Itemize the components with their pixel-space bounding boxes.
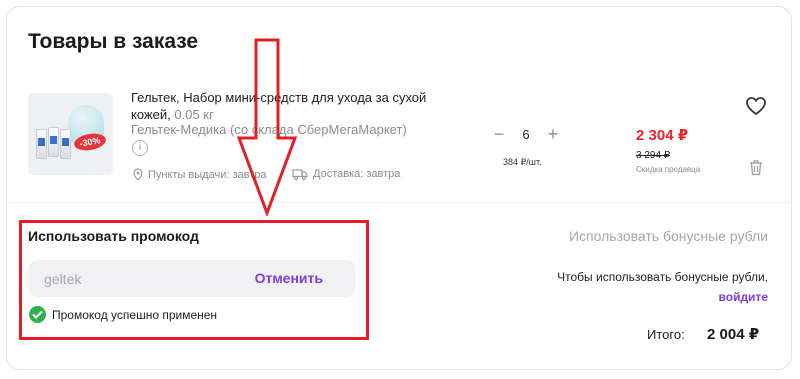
quantity-stepper: − 6 +: [488, 120, 564, 148]
promo-cancel-button[interactable]: Отменить: [255, 270, 323, 286]
tube-graphic: [36, 129, 47, 159]
decrease-quantity-button[interactable]: −: [488, 123, 510, 145]
promo-success-text: Промокод успешно применен: [52, 307, 218, 322]
total-value: 2 004 ₽: [707, 326, 760, 343]
increase-quantity-button[interactable]: +: [542, 123, 564, 145]
info-icon[interactable]: i: [132, 140, 148, 156]
promo-title: Использовать промокод: [28, 228, 199, 244]
annotation-arrow-icon: [236, 38, 298, 216]
tube-graphic: [48, 127, 59, 157]
unit-price: 384 ₽/шт.: [503, 157, 542, 167]
quantity-value[interactable]: 6: [522, 127, 529, 142]
delivery-info: Доставка: завтра: [292, 168, 400, 180]
favorite-heart-icon[interactable]: [745, 96, 767, 116]
promo-success-message: Промокод успешно применен: [29, 306, 217, 323]
use-bonus-button[interactable]: Использовать бонусные рубли: [569, 228, 768, 244]
tube-graphic: [60, 129, 71, 159]
trash-icon[interactable]: [748, 159, 764, 176]
product-image[interactable]: -30%: [28, 93, 113, 175]
delivery-text: Доставка: завтра: [313, 168, 401, 180]
location-pin-icon: [133, 168, 143, 181]
promo-code-input[interactable]: [44, 260, 224, 297]
product-weight: 0.05 кг: [174, 107, 214, 122]
login-link[interactable]: войдите: [719, 290, 768, 304]
discount-note: Скидка продавца: [636, 165, 701, 174]
promo-code-field: Отменить: [28, 260, 356, 297]
order-items-title: Товары в заказе: [28, 30, 199, 53]
bonus-info-text: Чтобы использовать бонусные рубли,: [557, 270, 768, 284]
old-price: 3 294 ₽: [636, 150, 671, 161]
current-price: 2 304 ₽: [636, 127, 689, 144]
section-divider: [6, 202, 792, 203]
total-label: Итого:: [647, 327, 685, 342]
check-circle-icon: [29, 306, 46, 323]
